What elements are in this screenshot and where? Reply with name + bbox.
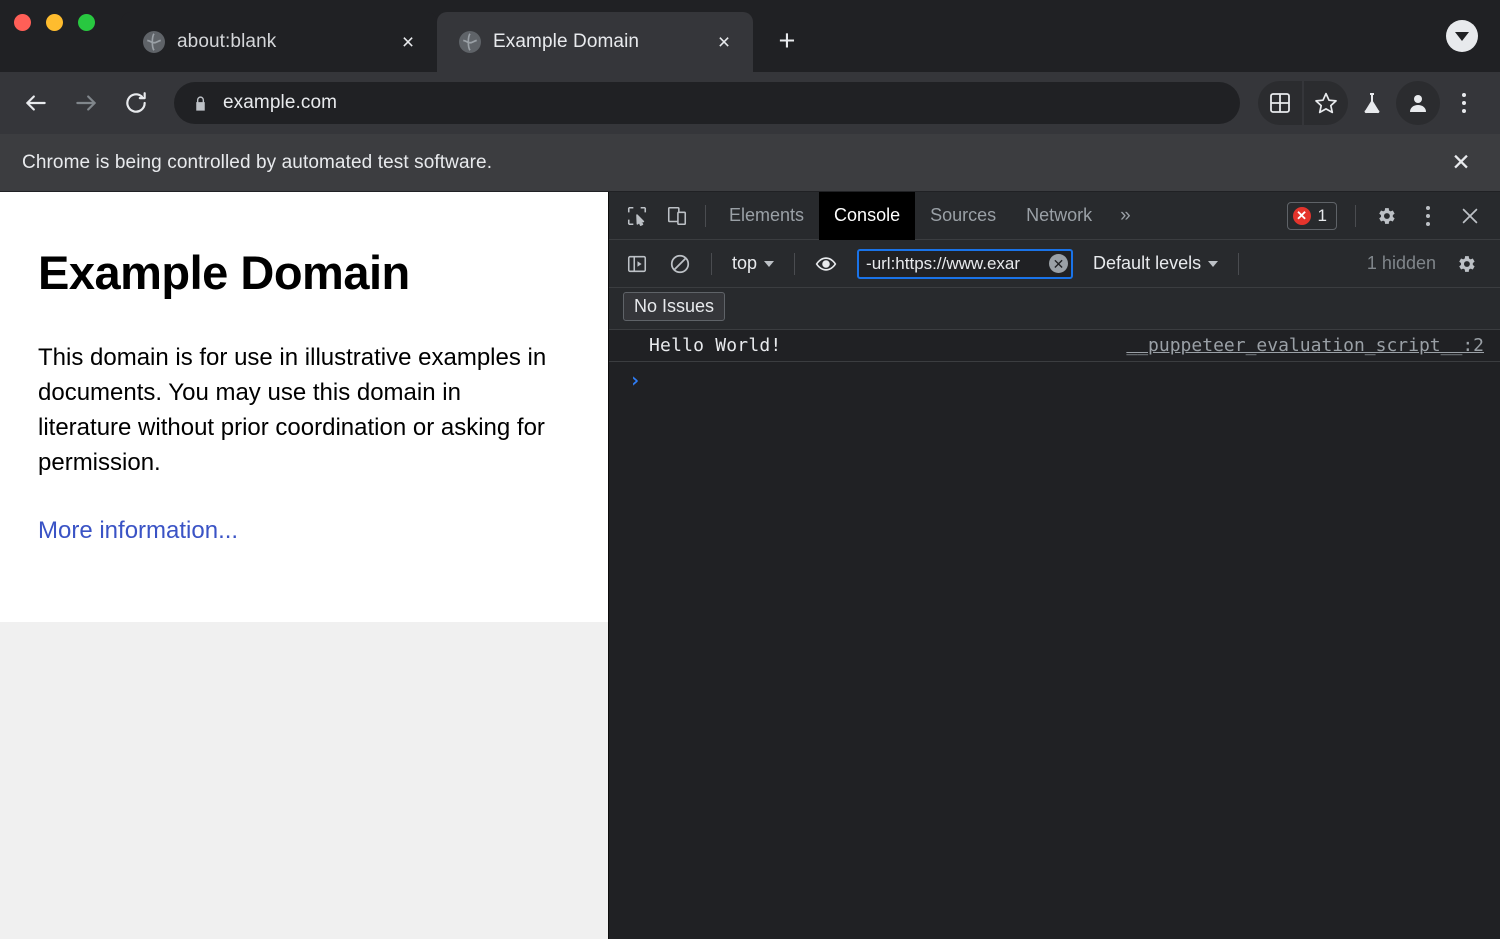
devtools-more-menu-icon[interactable] xyxy=(1408,198,1448,234)
devtools-close-icon[interactable] xyxy=(1450,198,1490,234)
new-tab-button[interactable]: + xyxy=(765,19,809,63)
window-minimize-button[interactable] xyxy=(46,13,63,31)
automation-infobar: Chrome is being controlled by automated … xyxy=(0,134,1500,192)
chevron-down-icon xyxy=(1208,260,1219,267)
devtools-tab-sources[interactable]: Sources xyxy=(915,192,1011,240)
console-filter-input[interactable]: -url:https://www.exar ✕ xyxy=(857,248,1074,279)
profile-avatar-icon[interactable] xyxy=(1396,81,1440,125)
divider xyxy=(1238,252,1240,275)
content-split: Example Domain This domain is for use in… xyxy=(0,191,1500,939)
kebab-glyph xyxy=(1426,205,1430,226)
tab-organize-icon[interactable] xyxy=(1258,81,1302,125)
address-bar[interactable]: example.com xyxy=(174,82,1240,124)
back-button[interactable] xyxy=(14,81,58,125)
toolbar-icon-group xyxy=(1258,81,1486,125)
window-zoom-button[interactable] xyxy=(78,13,95,31)
window-traffic-lights xyxy=(14,0,121,72)
kebab-glyph xyxy=(1462,93,1466,113)
globe-favicon-icon xyxy=(143,31,165,53)
clear-filter-icon[interactable]: ✕ xyxy=(1049,254,1069,273)
page-title: Example Domain xyxy=(38,246,410,299)
console-context-selector[interactable]: top xyxy=(723,248,783,280)
devtools-tabbar-actions: ✕ 1 xyxy=(1286,198,1500,234)
browser-toolbar: example.com xyxy=(0,72,1500,134)
browser-tab-about-blank[interactable]: about:blank × xyxy=(121,12,437,72)
devtools-tab-network[interactable]: Network xyxy=(1011,192,1107,240)
forward-button[interactable] xyxy=(64,81,108,125)
console-log-levels-selector[interactable]: Default levels xyxy=(1084,248,1227,280)
console-message-row[interactable]: Hello World! __puppeteer_evaluation_scri… xyxy=(609,330,1500,362)
bookmark-star-icon[interactable] xyxy=(1304,81,1348,125)
devtools-tab-console[interactable]: Console xyxy=(819,191,916,240)
tab-close-icon[interactable]: × xyxy=(711,29,737,55)
console-toolbar-right: 1 hidden xyxy=(1367,246,1492,282)
console-settings-gear-icon[interactable] xyxy=(1446,246,1486,282)
error-count-label: 1 xyxy=(1317,205,1327,225)
error-icon: ✕ xyxy=(1292,206,1311,225)
more-information-link[interactable]: More information... xyxy=(38,517,238,544)
example-domain-card: Example Domain This domain is for use in… xyxy=(0,192,608,622)
device-toolbar-icon[interactable] xyxy=(657,198,697,234)
console-message-list[interactable]: Hello World! __puppeteer_evaluation_scri… xyxy=(609,330,1500,939)
prompt-caret-icon: › xyxy=(629,368,642,392)
address-bar-url: example.com xyxy=(223,92,338,113)
browser-window: about:blank × Example Domain × + example… xyxy=(0,0,1500,939)
tab-title: Example Domain xyxy=(493,31,640,52)
page-paragraph: This domain is for use in illustrative e… xyxy=(38,344,547,476)
labs-flask-icon[interactable] xyxy=(1350,81,1394,125)
page-viewport: Example Domain This domain is for use in… xyxy=(0,192,608,939)
console-sidebar-toggle-icon[interactable] xyxy=(617,246,657,282)
no-issues-button[interactable]: No Issues xyxy=(623,292,726,321)
console-input-prompt[interactable]: › xyxy=(609,362,1500,398)
console-filter-value: -url:https://www.exar xyxy=(866,253,1021,273)
devtools-tabbar: Elements Console Sources Network » ✕ 1 xyxy=(609,191,1500,240)
window-close-button[interactable] xyxy=(14,13,31,31)
lock-icon xyxy=(192,95,209,112)
chevron-down-glyph xyxy=(1455,31,1469,41)
devtools-settings-gear-icon[interactable] xyxy=(1366,198,1406,234)
chevron-down-icon xyxy=(764,260,775,267)
divider xyxy=(711,252,712,275)
chrome-menu-icon[interactable] xyxy=(1442,81,1486,125)
divider xyxy=(1355,204,1356,227)
console-message-text: Hello World! xyxy=(649,335,782,356)
live-expression-eye-icon[interactable] xyxy=(806,246,846,282)
clear-console-icon[interactable] xyxy=(660,246,700,282)
console-hidden-count: 1 hidden xyxy=(1366,253,1436,273)
tab-close-icon[interactable]: × xyxy=(395,29,421,55)
tab-title: about:blank xyxy=(177,31,277,52)
inspect-element-icon[interactable] xyxy=(617,198,657,234)
issues-bar: No Issues xyxy=(609,288,1500,330)
infobar-close-icon[interactable]: ✕ xyxy=(1444,146,1478,180)
tab-strip: about:blank × Example Domain × + xyxy=(0,0,1500,72)
console-log-levels-label: Default levels xyxy=(1093,253,1202,273)
browser-tab-example-domain[interactable]: Example Domain × xyxy=(437,12,753,72)
console-context-label: top xyxy=(732,253,758,273)
error-count-badge[interactable]: ✕ 1 xyxy=(1286,201,1337,230)
devtools-more-tabs-icon[interactable]: » xyxy=(1107,192,1144,240)
devtools-tab-elements[interactable]: Elements xyxy=(714,192,819,240)
console-message-source-link[interactable]: __puppeteer_evaluation_script__:2 xyxy=(1126,335,1484,356)
reload-button[interactable] xyxy=(114,81,158,125)
tab-search-icon[interactable] xyxy=(1446,20,1478,52)
globe-favicon-icon xyxy=(459,31,481,53)
divider xyxy=(705,204,706,227)
divider xyxy=(794,252,796,275)
devtools-panel: Elements Console Sources Network » ✕ 1 t… xyxy=(608,191,1500,939)
console-toolbar: top -url:https://www.exar ✕ Default leve… xyxy=(609,240,1500,288)
automation-infobar-message: Chrome is being controlled by automated … xyxy=(22,151,493,173)
